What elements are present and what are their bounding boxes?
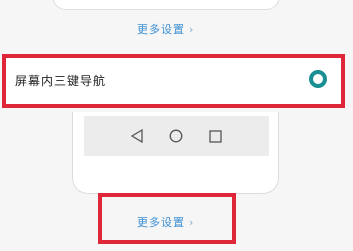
chevron-right-icon: › bbox=[189, 22, 195, 36]
chevron-right-icon: › bbox=[189, 215, 195, 229]
more-settings-label: 更多设置 bbox=[137, 23, 185, 36]
previous-option-preview-card bbox=[52, 0, 280, 10]
more-settings-link-top[interactable]: 更多设置 › bbox=[137, 21, 194, 37]
radio-selected-icon[interactable] bbox=[309, 70, 327, 88]
three-key-navigation-label: 屏幕内三键导航 bbox=[15, 74, 107, 88]
more-settings-link-bottom[interactable]: 更多设置 › bbox=[137, 214, 194, 230]
navigation-bar-preview bbox=[84, 116, 269, 156]
home-circle-icon bbox=[169, 129, 183, 143]
back-triangle-icon bbox=[131, 129, 143, 143]
recents-square-icon bbox=[209, 129, 222, 143]
more-settings-label: 更多设置 bbox=[137, 216, 185, 229]
